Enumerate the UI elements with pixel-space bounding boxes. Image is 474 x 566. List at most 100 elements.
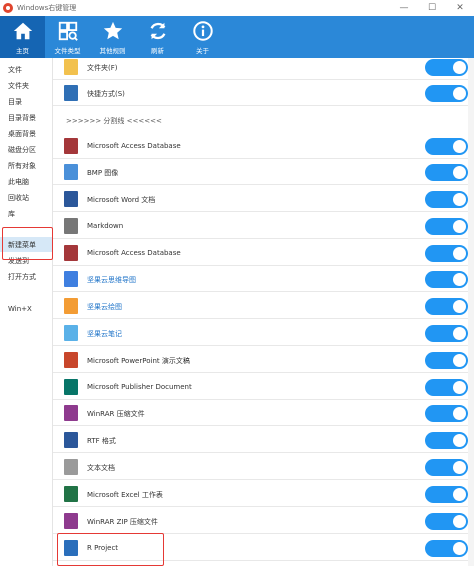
grid-icon (58, 21, 78, 41)
enable-toggle[interactable] (425, 459, 468, 476)
sidebar-item-all-objects[interactable]: 所有对象 (8, 161, 36, 171)
app-window: Windows右键管理 — ☐ ✕ 主页 文件类型 其他规则 刷新 关于 文件 … (0, 0, 474, 566)
list-item: WinRAR 压缩文件 (53, 400, 474, 426)
list-item-label: RTF 格式 (87, 437, 116, 445)
list-item: 坚果云笔记 (53, 320, 474, 346)
toolbar-refresh-button[interactable]: 刷新 (135, 16, 180, 58)
drawing-icon (64, 298, 78, 314)
refresh-icon (150, 22, 165, 39)
sidebar-item-folder[interactable]: 文件夹 (8, 81, 29, 91)
list-item: Microsoft Access Database (53, 240, 474, 266)
sidebar-item-open-with[interactable]: 打开方式 (8, 272, 36, 282)
list-item: 快捷方式(S) (53, 80, 474, 106)
sidebar-item-recycle-bin[interactable]: 回收站 (8, 193, 29, 203)
r-project-highlight-box (57, 533, 164, 566)
sidebar: 文件 文件夹 目录 目录背景 桌面背景 磁盘分区 所有对象 此电脑 回收站 库 … (0, 58, 53, 566)
winrar-icon (64, 405, 78, 421)
toolbar-home-label: 主页 (16, 46, 29, 55)
powerpoint-icon (64, 352, 78, 368)
list-item: 文本文档 (53, 454, 474, 480)
text-icon (64, 459, 78, 475)
enable-toggle[interactable] (425, 513, 468, 530)
sidebar-item-directory-background[interactable]: 目录背景 (8, 113, 36, 123)
list-item-label: WinRAR 压缩文件 (87, 410, 145, 418)
enable-toggle[interactable] (425, 325, 468, 342)
list-item-label: Microsoft Access Database (87, 142, 181, 150)
separator-label: >>>>>> 分割线 <<<<<< (66, 117, 162, 125)
access-icon (64, 245, 78, 261)
list-scrollbar[interactable] (468, 58, 474, 566)
note-icon (64, 325, 78, 341)
list-item-label: 文本文档 (87, 464, 115, 472)
image-icon (64, 164, 78, 180)
list-item-label: Microsoft Word 文档 (87, 196, 156, 204)
toolbar-other-rules-button[interactable]: 其他规则 (90, 16, 135, 58)
sidebar-item-disk-partition[interactable]: 磁盘分区 (8, 145, 36, 155)
minimize-button[interactable]: — (390, 0, 418, 16)
close-button[interactable]: ✕ (446, 0, 474, 16)
enable-toggle[interactable] (425, 218, 468, 235)
list-item-label: BMP 图像 (87, 169, 119, 177)
sidebar-item-desktop-background[interactable]: 桌面背景 (8, 129, 36, 139)
shortcut-icon (64, 85, 78, 101)
list-item: Microsoft Access Database (53, 133, 474, 159)
new-menu-item-list: >>>>>> 分割线 <<<<<< 文件夹(F) 快捷方式(S) Microsoft… (53, 58, 474, 566)
list-item-label: Microsoft Excel 工作表 (87, 491, 163, 499)
enable-toggle[interactable] (425, 191, 468, 208)
list-item: WinRAR ZIP 压缩文件 (53, 508, 474, 534)
title-bar: Windows右键管理 — ☐ ✕ (0, 0, 474, 16)
list-item: Microsoft PowerPoint 演示文稿 (53, 347, 474, 373)
maximize-button[interactable]: ☐ (418, 0, 446, 16)
enable-toggle[interactable] (425, 540, 468, 557)
toolbar-refresh-label: 刷新 (151, 46, 164, 55)
list-item-label: 快捷方式(S) (87, 90, 125, 98)
list-item-label: 文件夹(F) (87, 64, 118, 72)
info-icon (192, 20, 213, 41)
toolbar-other-rules-label: 其他规则 (99, 46, 126, 55)
list-item: Microsoft Word 文档 (53, 186, 474, 212)
enable-toggle[interactable] (425, 138, 468, 155)
access-icon (64, 138, 78, 154)
enable-toggle[interactable] (425, 59, 468, 76)
enable-toggle[interactable] (425, 85, 468, 102)
toolbar-about-button[interactable]: 关于 (180, 16, 225, 58)
enable-toggle[interactable] (425, 379, 468, 396)
home-icon (13, 22, 32, 39)
folder-icon (64, 59, 78, 75)
list-item-label: 坚果云绘图 (87, 303, 122, 311)
list-item-label: Microsoft Publisher Document (87, 383, 192, 391)
toolbar-home-button[interactable]: 主页 (0, 16, 45, 58)
mindmap-icon (64, 271, 78, 287)
enable-toggle[interactable] (425, 271, 468, 288)
enable-toggle[interactable] (425, 486, 468, 503)
enable-toggle[interactable] (425, 432, 468, 449)
list-item: Markdown (53, 213, 474, 239)
sidebar-highlight-box (2, 227, 53, 260)
enable-toggle[interactable] (425, 352, 468, 369)
word-icon (64, 191, 78, 207)
sidebar-item-library[interactable]: 库 (8, 209, 15, 219)
list-item: 文件夹(F) (53, 54, 474, 80)
list-item: Microsoft Publisher Document (53, 374, 474, 400)
toolbar-about-label: 关于 (196, 46, 209, 55)
list-item-label: 坚果云思维导图 (87, 276, 136, 284)
sidebar-item-file[interactable]: 文件 (8, 65, 22, 75)
enable-toggle[interactable] (425, 298, 468, 315)
list-item-label: WinRAR ZIP 压缩文件 (87, 518, 158, 526)
list-item-label: Microsoft Access Database (87, 249, 181, 257)
sidebar-item-this-pc[interactable]: 此电脑 (8, 177, 29, 187)
toolbar-file-types-label: 文件类型 (54, 46, 81, 55)
toolbar-file-types-button[interactable]: 文件类型 (45, 16, 90, 58)
sidebar-item-directory[interactable]: 目录 (8, 97, 22, 107)
enable-toggle[interactable] (425, 245, 468, 262)
sidebar-item-win-x[interactable]: Win+X (8, 305, 32, 313)
list-item-label: 坚果云笔记 (87, 330, 122, 338)
list-item-label: Microsoft PowerPoint 演示文稿 (87, 357, 190, 365)
window-controls: — ☐ ✕ (390, 0, 474, 16)
list-item: 坚果云绘图 (53, 293, 474, 319)
enable-toggle[interactable] (425, 405, 468, 422)
enable-toggle[interactable] (425, 164, 468, 181)
rtf-icon (64, 432, 78, 448)
publisher-icon (64, 379, 78, 395)
list-item: Microsoft Excel 工作表 (53, 481, 474, 507)
